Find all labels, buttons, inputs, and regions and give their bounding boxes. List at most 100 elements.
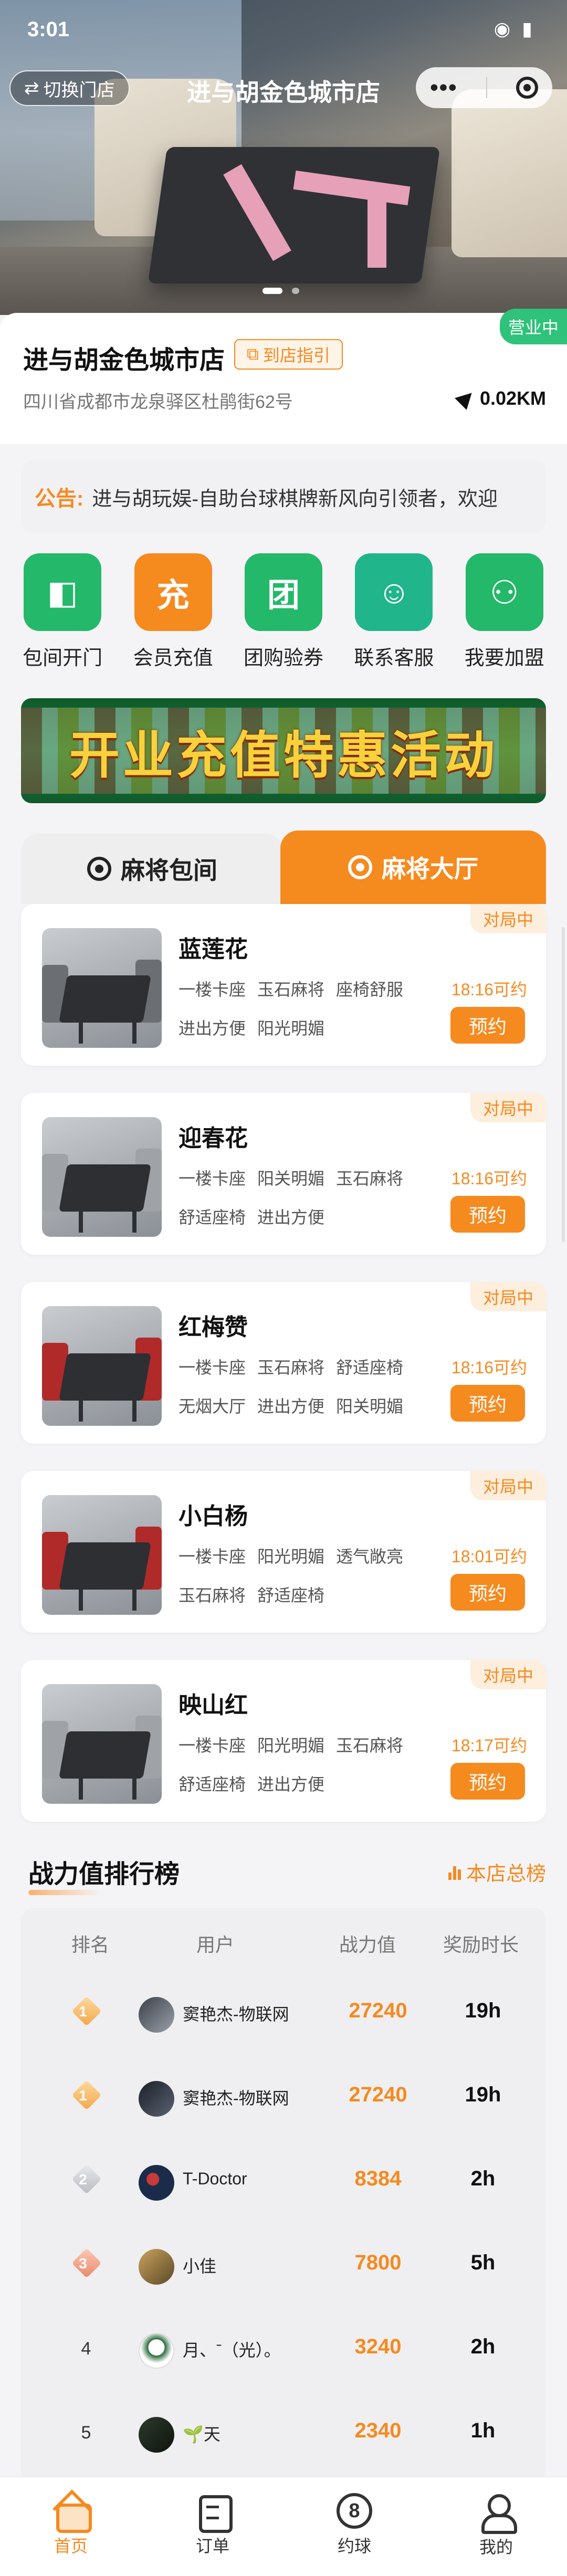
partners-icon: ⚇ [465,553,543,631]
book-button[interactable]: 预约 [450,1385,525,1422]
room-card[interactable]: 对局中 映山红 一楼卡座 阳光明媚 玉石麻将 舒适座椅 进出方便 18:17可约 预约 [21,1660,546,1822]
tab-label: 麻将包间 [121,857,217,884]
room-tags: 一楼卡座 阳光明媚 玉石麻将 [178,1732,420,1757]
room-tag: 进出方便 [257,1397,325,1416]
hero-tiles [368,189,386,268]
tab-label: 麻将大厅 [382,855,478,882]
carousel-indicator [262,288,299,294]
book-button[interactable]: 预约 [450,1007,525,1044]
announcement-bar[interactable]: 公告: 进与胡玩娱-自助台球棋牌新风向引领者，欢迎 [21,460,546,533]
store-total-ranking-link[interactable]: 本店总榜 [448,1857,546,1886]
avatar [139,2417,174,2453]
tab-private-room[interactable]: 麻将包间 [21,834,284,904]
rank-medal: 2 [68,2166,98,2195]
room-tag: 一楼卡座 [178,1358,246,1377]
ball-icon: 8 [337,2493,372,2529]
photo-table-legs [79,1590,136,1611]
tab-label: 约球 [337,2537,371,2556]
room-status-badge: 对局中 [470,1471,546,1500]
room-tag: 玉石麻将 [257,980,325,999]
room-tag: 无烟大厅 [178,1397,246,1416]
rank-number: 1 [79,2087,87,2104]
carousel-dot-active[interactable] [262,288,282,294]
promo-banner[interactable]: 开业充值特惠活动 [21,698,546,803]
room-tags: 进出方便 阳光明媚 [178,1015,420,1039]
ranking-header: 排名 用户 战力值 奖励时长 [21,1930,546,1956]
nav-guide-label: 到店指引 [262,346,330,365]
nav-guide-button[interactable]: ⧉ 到店指引 [234,339,343,370]
room-tag: 舒适座椅 [178,1775,246,1794]
room-tag: 进出方便 [257,1775,325,1794]
scrollbar[interactable] [562,927,565,1242]
book-button[interactable]: 预约 [450,1196,525,1233]
close-target-icon[interactable] [516,77,538,99]
rank-number: 3 [79,2255,87,2272]
store-photo-carousel[interactable]: 3:01 ◉ ▮ ⇄ 切换门店 进与胡金色城市店 ••• [0,0,567,315]
tab-orders[interactable]: 订单 [142,2477,284,2576]
avatar [139,2333,174,2369]
group-buy-icon: 团 [244,553,322,631]
room-name: 小白杨 [178,1503,248,1529]
action-group-buy[interactable]: 团 团购验券 [234,553,333,674]
room-card[interactable]: 对局中 蓝莲花 一楼卡座 玉石麻将 座椅舒服 进出方便 阳光明媚 18:16可约 预约 [21,904,546,1066]
ranking-row[interactable]: 3 小佳 7800 5h [21,2238,546,2291]
carousel-dot[interactable] [292,288,299,294]
tab-match[interactable]: 8 约球 [284,2477,425,2576]
ranking-row[interactable]: 1 窦艳杰-物联网 27240 19h [21,2070,546,2123]
room-tag: 玉石麻将 [178,1586,246,1605]
room-tag: 舒适座椅 [336,1358,404,1377]
room-type-tabs: 麻将包间 麻将大厅 [21,830,546,904]
tab-profile[interactable]: 我的 [425,2477,567,2576]
rank-number: 5 [81,2422,91,2443]
room-tags: 一楼卡座 阳关明媚 玉石麻将 [178,1165,420,1190]
door-icon: ◧ [24,553,102,631]
tab-hall[interactable]: 麻将大厅 [280,830,546,904]
room-tag: 玉石麻将 [257,1358,325,1377]
rank-reward: 19h [465,1999,501,2022]
room-tags: 舒适座椅 进出方便 [178,1204,420,1228]
rank-number: 4 [81,2338,91,2359]
rank-number: 2 [79,2171,87,2188]
room-tags: 无烟大厅 进出方便 阳关明媚 [178,1393,420,1417]
book-button[interactable]: 预约 [450,1574,525,1611]
action-label: 团购验券 [243,647,323,669]
mini-program-capsule[interactable]: ••• [416,67,552,108]
mahjong-icon [87,857,111,881]
action-open-room[interactable]: ◧ 包间开门 [13,553,112,674]
bar-chart-icon [448,1864,461,1880]
ranking-title: 战力值排行榜 [28,1853,180,1895]
rank-medal: 3 [68,2250,98,2279]
ranking-row[interactable]: 5 🌱天 2340 1h [21,2406,546,2459]
room-tag: 玉石麻将 [336,1736,404,1755]
room-card[interactable]: 对局中 红梅赞 一楼卡座 玉石麻将 舒适座椅 无烟大厅 进出方便 阳关明媚 18:16可… [21,1282,546,1444]
book-button[interactable]: 预约 [450,1763,525,1800]
action-customer-service[interactable]: ☺ 联系客服 [344,553,444,674]
action-recharge[interactable]: 充 会员充值 [123,553,223,674]
photo-table [59,1164,151,1212]
ranking-row[interactable]: 4 月、ˉ（光）。 3240 2h [21,2322,546,2375]
ranking-row[interactable]: 1 窦艳杰-物联网 27240 19h [21,1986,546,2039]
order-icon [195,2493,233,2533]
photo-table [59,975,151,1023]
photo-table-legs [79,1212,136,1233]
store-distance[interactable]: 0.02KM [455,387,546,410]
action-join[interactable]: ⚇ 我要加盟 [455,553,554,674]
more-icon[interactable]: ••• [430,75,457,101]
store-info-card: 营业中 进与胡金色城市店 ⧉ 到店指引 四川省成都市龙泉驿区杜鹃街62号 0.0… [0,309,567,444]
capsule-divider [486,77,488,98]
col-reward: 奖励时长 [443,1934,519,1955]
room-card[interactable]: 对局中 迎春花 一楼卡座 阳关明媚 玉石麻将 舒适座椅 进出方便 18:16可约 预约 [21,1093,546,1255]
avatar [139,2081,174,2117]
tab-label: 订单 [195,2537,229,2556]
tab-home[interactable]: 首页 [0,2477,142,2576]
rank-user: T-Doctor [183,2169,247,2188]
rank-user: 窦艳杰-物联网 [183,2005,289,2024]
ranking-row[interactable]: 2 T-Doctor 8384 2h [21,2154,546,2207]
room-tag: 阳光明媚 [257,1547,325,1566]
room-tag: 进出方便 [178,1019,246,1038]
recharge-icon: 充 [134,553,212,631]
room-status-badge: 对局中 [470,1660,546,1689]
room-card[interactable]: 对局中 小白杨 一楼卡座 阳光明媚 透气敞亮 玉石麻将 舒适座椅 18:01可约 预约 [21,1471,546,1633]
silver-medal-icon: 2 [68,2164,98,2197]
promo-banner-text: 开业充值特惠活动 [69,727,498,784]
